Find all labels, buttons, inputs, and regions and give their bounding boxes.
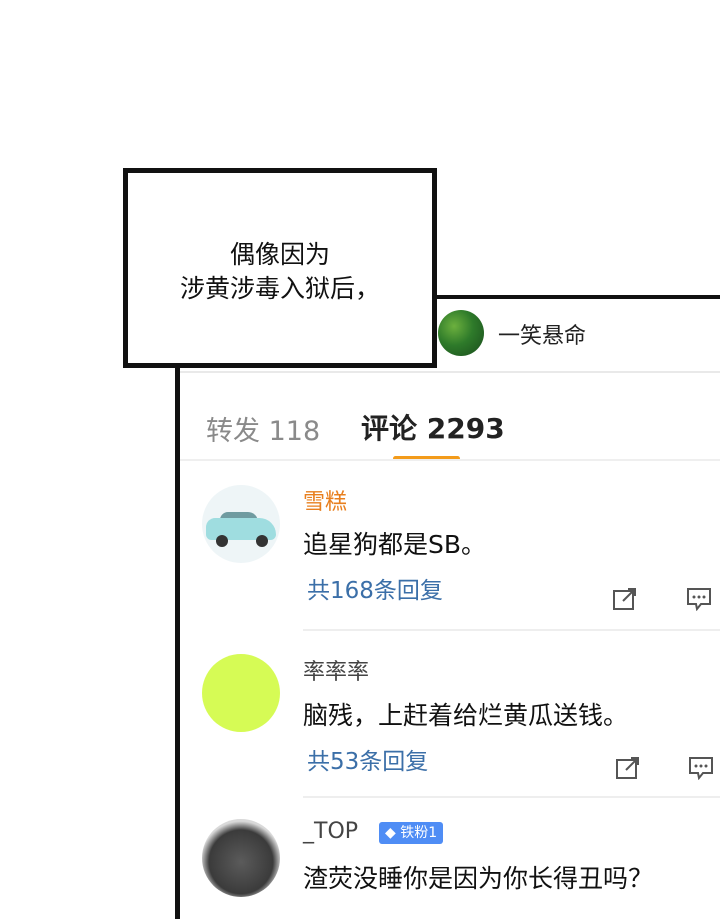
comment-username[interactable]: 雪糕: [303, 484, 347, 516]
car-wheel: [256, 535, 268, 547]
tab-comments-label: 评论: [361, 412, 418, 445]
car-wheel: [216, 535, 228, 547]
comment-item: _TOP ◆ 铁粉1 渣荧没睡你是因为你长得丑吗？: [180, 811, 720, 919]
comment-icon[interactable]: [688, 756, 714, 780]
comment-icon[interactable]: [686, 587, 712, 611]
comment-text: 脑残，上赶着给烂黄瓜送钱。: [303, 701, 629, 730]
comment-text: 追星狗都是SB。: [303, 530, 487, 559]
tab-repost-label: 转发: [206, 416, 260, 447]
comments-panel: 一笑悬命 转发 118 评论 2293 雪糕 追星狗都是SB。 共168条回复: [175, 295, 720, 919]
comment-text: 渣荧没睡你是因为你长得丑吗？: [303, 864, 654, 893]
fan-badge: ◆ 铁粉1: [379, 822, 444, 844]
author-name[interactable]: 一笑悬命: [498, 318, 586, 350]
tab-repost-count: 118: [268, 416, 321, 447]
share-icon[interactable]: [615, 756, 641, 780]
reply-count-link[interactable]: 共168条回复: [307, 571, 443, 605]
reply-count-link[interactable]: 共53条回复: [307, 742, 428, 776]
comment-item: 雪糕 追星狗都是SB。 共168条回复: [180, 479, 720, 629]
comment-item: 率率率 脑残，上赶着给烂黄瓜送钱。 共53条回复: [180, 644, 720, 794]
comment-username[interactable]: 率率率: [303, 654, 369, 686]
caption-line-2: 涉黄涉毒入狱后，: [179, 274, 380, 303]
caption-line-1: 偶像因为: [229, 240, 330, 269]
user-avatar[interactable]: [202, 819, 280, 897]
author-avatar[interactable]: [438, 310, 484, 356]
comment-username[interactable]: _TOP: [303, 819, 358, 844]
tab-repost[interactable]: 转发 118: [206, 409, 320, 448]
tab-comments-count: 2293: [426, 412, 505, 445]
user-avatar[interactable]: [202, 654, 280, 732]
fan-badge-label: 铁粉1: [400, 825, 438, 841]
username-row: _TOP ◆ 铁粉1: [303, 819, 503, 847]
tab-comments[interactable]: 评论 2293: [361, 407, 505, 447]
divider: [180, 459, 720, 461]
tab-bar: 转发 118 评论 2293: [180, 373, 720, 461]
caption-box: 偶像因为 涉黄涉毒入狱后，: [123, 168, 437, 368]
diamond-icon: ◆: [385, 825, 396, 841]
user-avatar[interactable]: [202, 485, 280, 563]
share-icon[interactable]: [612, 587, 638, 611]
divider: [303, 796, 720, 798]
divider: [303, 629, 720, 631]
